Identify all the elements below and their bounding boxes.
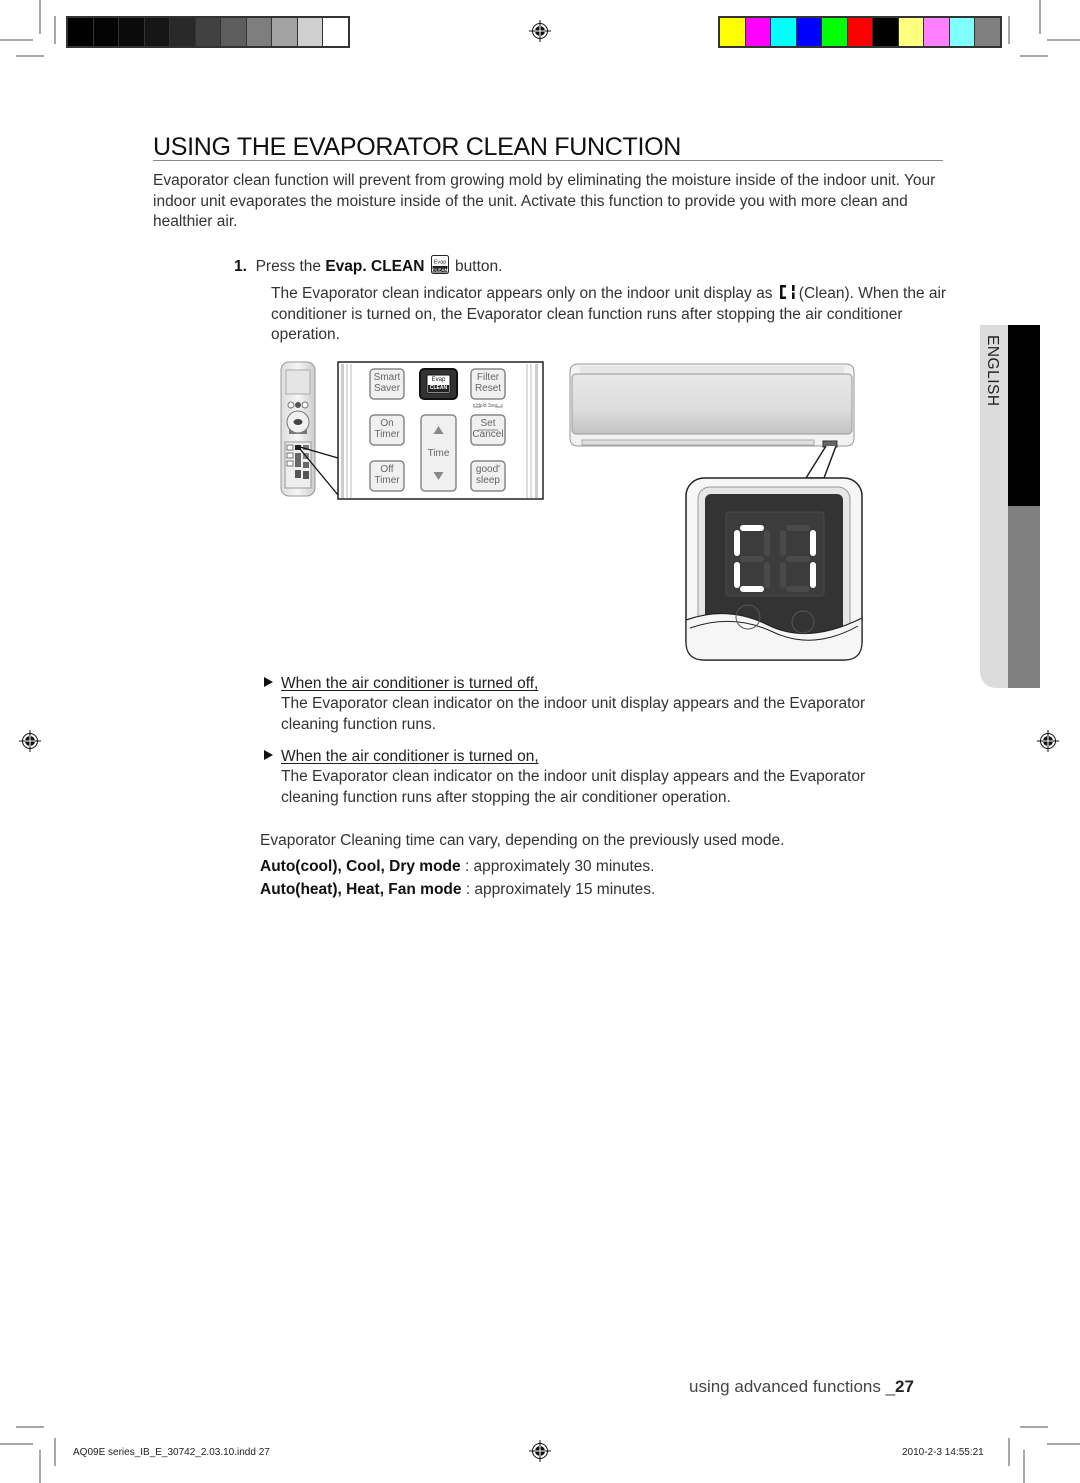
step-text-post: button.: [455, 258, 503, 275]
timing-note: Evaporator Cleaning time can vary, depen…: [260, 832, 785, 849]
color-swatch: [898, 18, 923, 46]
registration-mark-icon: [529, 1440, 551, 1462]
clean-indicator-icon: [779, 285, 795, 299]
title-divider: [153, 160, 943, 161]
page-title: USING THE EVAPORATOR CLEAN FUNCTION: [153, 133, 682, 161]
triangle-bullet-icon: [264, 750, 273, 760]
timing-modes: Auto(cool), Cool, Dry mode: [260, 858, 461, 875]
section-footer: using advanced functions _27: [689, 1377, 914, 1397]
crop-mark: [16, 1426, 44, 1428]
crop-mark: [1020, 1426, 1048, 1428]
crop-mark: [0, 1443, 33, 1445]
svg-text:CLEAN: CLEAN: [432, 268, 448, 273]
off-timer-button-label: Off Timer: [374, 464, 400, 486]
step-1-instruction: 1. Press the Evap. CLEAN Evap CLEAN butto…: [234, 255, 934, 278]
hold-label: Hold 3sec.: [476, 403, 500, 409]
step-text-pre: Press the: [255, 258, 326, 275]
file-slug: AQ09E series_IB_E_30742_2.03.10.indd 27: [73, 1447, 270, 1458]
bullet-heading-text: When the air conditioner is turned on,: [281, 748, 539, 765]
color-swatch: [949, 18, 974, 46]
crop-mark: [16, 55, 44, 57]
triangle-bullet-icon: [264, 677, 273, 687]
color-swatch: [246, 18, 271, 46]
smart-saver-button-label: Smart Saver: [373, 372, 401, 394]
page-number: 27: [895, 1377, 914, 1396]
bullet-heading-off: When the air conditioner is turned off,: [264, 675, 538, 693]
timing-modes: Auto(heat), Heat, Fan mode: [260, 881, 462, 898]
color-swatch: [297, 18, 322, 46]
intro-paragraph: Evaporator clean function will prevent f…: [153, 172, 936, 230]
crop-mark: [0, 39, 33, 41]
language-tab-label: ENGLISH: [984, 335, 1001, 407]
color-swatch: [195, 18, 220, 46]
datetime-slug: 2010-2-3 14:55:21: [902, 1447, 984, 1458]
color-swatch: [745, 18, 770, 46]
description-text: The Evaporator clean indicator appears o…: [271, 285, 777, 302]
evap-clean-button-icon: Evap CLEAN: [430, 255, 449, 274]
bullet-heading-on: When the air conditioner is turned on,: [264, 748, 539, 766]
crop-mark: [1008, 1438, 1010, 1466]
timing-row-cool: Auto(cool), Cool, Dry mode : approximate…: [260, 857, 920, 878]
indoor-unit-illustration: [568, 360, 868, 670]
registration-mark-icon: [19, 730, 41, 752]
evap-clean-label: Evap. CLEAN: [325, 258, 425, 275]
color-swatch: [323, 18, 348, 46]
crop-mark: [1047, 39, 1080, 41]
crop-mark: [39, 0, 41, 34]
registration-mark-icon: [1037, 730, 1059, 752]
timing-value: : approximately 30 minutes.: [460, 858, 655, 875]
color-swatch: [924, 18, 949, 46]
timing-row-heat: Auto(heat), Heat, Fan mode : approximate…: [260, 880, 920, 901]
step-number: 1.: [234, 258, 247, 275]
set-cancel-button-label: Set Cancel: [472, 418, 504, 440]
crop-mark: [1047, 1443, 1080, 1445]
color-swatch: [822, 18, 847, 46]
tab-marker-gray: [1008, 506, 1040, 688]
tab-marker-black: [1008, 325, 1040, 506]
color-swatch: [272, 18, 297, 46]
step-1-description: The Evaporator clean indicator appears o…: [271, 283, 951, 346]
remote-control-illustration: Smart Saver Evap CLEAN Filter Reset Hold 3s…: [278, 360, 548, 510]
remote-control-drawing: [280, 361, 544, 500]
timing-value: : approximately 15 minutes.: [461, 881, 656, 898]
svg-text:Evap: Evap: [433, 260, 446, 266]
registration-mark-icon: [529, 20, 551, 42]
section-name: using advanced functions _: [689, 1377, 896, 1396]
color-swatch: [68, 18, 93, 46]
color-swatch: [975, 18, 1000, 46]
color-swatch: [847, 18, 872, 46]
crop-mark: [1020, 55, 1048, 57]
time-button-label: Time: [427, 448, 450, 459]
color-swatch: [771, 18, 796, 46]
color-swatch: [796, 18, 821, 46]
crop-mark: [1039, 0, 1041, 34]
color-swatch: [720, 18, 745, 46]
crop-mark: [54, 16, 56, 44]
indoor-unit-drawing: [569, 363, 863, 661]
crop-mark: [39, 1450, 41, 1483]
grayscale-color-bar: [66, 16, 350, 48]
cmyk-color-bar: [718, 16, 1002, 48]
bullet-text-off: The Evaporator clean indicator on the in…: [281, 695, 866, 733]
evap-clean-button-label: Evap CLEAN: [429, 377, 448, 391]
bullet-text-on: The Evaporator clean indicator on the in…: [281, 768, 866, 806]
color-swatch: [873, 18, 898, 46]
crop-mark: [54, 1438, 56, 1466]
crop-mark: [1023, 1450, 1025, 1483]
color-swatch: [170, 18, 195, 46]
color-swatch: [93, 18, 118, 46]
good-sleep-button-label: good' sleep: [475, 464, 501, 486]
bullet-heading-text: When the air conditioner is turned off,: [281, 675, 539, 692]
on-timer-button-label: On Timer: [374, 418, 400, 440]
filter-reset-button-label: Filter Reset: [474, 372, 502, 394]
color-swatch: [119, 18, 144, 46]
crop-mark: [1008, 16, 1010, 44]
color-swatch: [221, 18, 246, 46]
color-swatch: [144, 18, 169, 46]
